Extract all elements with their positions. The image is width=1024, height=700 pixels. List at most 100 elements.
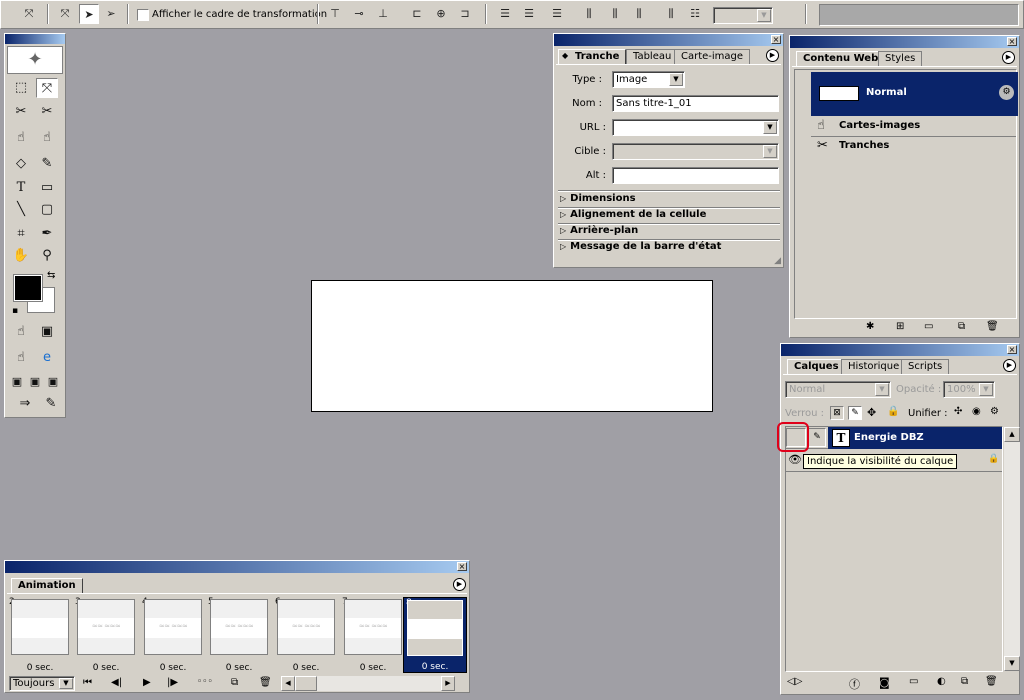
quick-mask-mode-icon[interactable]: ▣ bbox=[36, 322, 58, 342]
close-icon[interactable]: × bbox=[771, 35, 781, 44]
close-icon[interactable]: × bbox=[1007, 37, 1017, 46]
direct-select-icon[interactable]: ➢ bbox=[101, 4, 121, 24]
internet-explorer-icon[interactable]: e bbox=[36, 348, 58, 368]
layer-style-icon[interactable]: ⓕ bbox=[849, 676, 860, 692]
slice-select-tool-icon[interactable]: ✂ bbox=[36, 102, 58, 122]
lock-position-icon[interactable]: ✥ bbox=[867, 406, 876, 419]
screen-mode-full-icon[interactable]: ▣ bbox=[44, 372, 62, 392]
lock-all-icon[interactable]: 🔒 bbox=[887, 406, 899, 417]
frames-scrollbar[interactable]: ◀ ▶ bbox=[281, 676, 455, 691]
panel-menu-icon[interactable]: ▶ bbox=[766, 49, 779, 62]
move-tool-icon[interactable]: ⤧ bbox=[19, 4, 39, 24]
layer-link-icon[interactable]: ✎ bbox=[808, 428, 826, 447]
scroll-down-arrow-icon[interactable]: ▼ bbox=[1004, 656, 1020, 671]
new-set-icon[interactable]: ▭ bbox=[909, 676, 918, 687]
toolbox-titlebar[interactable] bbox=[5, 34, 65, 44]
auto-distribute-icon[interactable]: ☷ bbox=[685, 4, 705, 24]
distribute-bottom-icon[interactable]: ☰ bbox=[547, 4, 567, 24]
add-mask-icon[interactable]: ◙ bbox=[879, 676, 890, 689]
slices-item[interactable]: Tranches bbox=[839, 140, 889, 151]
tab-calques[interactable]: Calques bbox=[787, 359, 846, 374]
lock-paint-icon[interactable]: ✎ bbox=[848, 406, 862, 420]
align-top-icon[interactable]: ⊤ bbox=[325, 4, 345, 24]
auto-select-move-icon[interactable]: ⤧ bbox=[55, 4, 75, 24]
jump-to-app-icon[interactable]: ✎ bbox=[40, 394, 62, 414]
frame-3[interactable]: 3 ≈≈ ≈≈≈ 0 sec. bbox=[73, 597, 139, 673]
line-tool-icon[interactable]: ╲ bbox=[10, 200, 32, 220]
tab-tranche[interactable]: Tranche bbox=[558, 49, 627, 64]
section-cell-alignment[interactable]: Alignement de la cellule bbox=[560, 208, 706, 222]
normal-state-row[interactable]: Normal ⚙ bbox=[811, 72, 1018, 116]
distribute-right-icon[interactable]: ⫼ bbox=[629, 4, 649, 24]
new-state-icon[interactable]: ⧉ bbox=[958, 321, 965, 332]
tab-carte-image[interactable]: Carte-image bbox=[674, 49, 751, 64]
new-adjustment-icon[interactable]: ◐ bbox=[937, 676, 946, 687]
duplicate-frame-icon[interactable]: ⧉ bbox=[231, 677, 238, 688]
scroll-thumb[interactable] bbox=[295, 676, 317, 691]
web-panel-titlebar[interactable]: × bbox=[790, 36, 1019, 48]
options-dropdown[interactable]: ▼ bbox=[713, 7, 773, 24]
tab-styles[interactable]: Styles bbox=[878, 51, 923, 66]
auto-align-icon[interactable]: ⫼ bbox=[661, 4, 681, 24]
default-colors-icon[interactable]: ▪ bbox=[12, 306, 18, 316]
rounded-rect-tool-icon[interactable]: ▢ bbox=[36, 200, 58, 220]
close-icon[interactable]: × bbox=[457, 562, 467, 571]
eyedropper-tool-icon[interactable]: ✒ bbox=[36, 224, 58, 244]
play-icon[interactable]: ▶ bbox=[143, 677, 151, 688]
distribute-top-icon[interactable]: ☰ bbox=[495, 4, 515, 24]
frame-5[interactable]: 5 ≈≈ ≈≈≈ 0 sec. bbox=[206, 597, 272, 673]
panel-menu-icon[interactable]: ▶ bbox=[1003, 359, 1016, 372]
close-icon[interactable]: × bbox=[1007, 345, 1017, 354]
pointer-select-icon[interactable]: ➤ bbox=[79, 4, 99, 24]
frame-delay[interactable]: 0 sec. bbox=[140, 663, 206, 673]
lock-transparency-icon[interactable]: ⊠ bbox=[830, 406, 844, 420]
distribute-hcenter-icon[interactable]: ⫼ bbox=[605, 4, 625, 24]
unify-style-icon[interactable]: ⚙ bbox=[990, 406, 999, 417]
frame-6[interactable]: 6 ≈≈ ≈≈≈ 0 sec. bbox=[273, 597, 339, 673]
image-maps-item[interactable]: Cartes-images bbox=[839, 120, 920, 131]
type-tool-icon[interactable]: T bbox=[10, 178, 32, 198]
align-right-icon[interactable]: ⊐ bbox=[455, 4, 475, 24]
delete-frame-icon[interactable]: 🗑 bbox=[259, 677, 272, 688]
new-slice-icon[interactable]: ⊞ bbox=[896, 321, 904, 332]
loop-dropdown[interactable]: Toujours ▼ bbox=[9, 676, 75, 691]
eraser-tool-icon[interactable]: ◇ bbox=[10, 154, 32, 174]
rollover-options-icon[interactable]: ⚙ bbox=[999, 85, 1014, 100]
target-dropdown[interactable]: ▼ bbox=[612, 143, 779, 160]
layers-panel-titlebar[interactable]: × bbox=[781, 344, 1019, 356]
section-status-message[interactable]: Message de la barre d'état bbox=[560, 240, 721, 254]
hand-tool-icon[interactable]: ✋ bbox=[10, 246, 32, 266]
foreground-color-swatch[interactable] bbox=[13, 274, 43, 302]
scroll-left-arrow-icon[interactable]: ◀ bbox=[281, 676, 295, 691]
panel-menu-icon[interactable]: ▶ bbox=[453, 578, 466, 591]
frame-2[interactable]: 2 0 sec. bbox=[7, 597, 73, 673]
resize-grip-icon[interactable]: ◢ bbox=[774, 256, 781, 266]
frame-7[interactable]: 7 ≈≈ ≈≈≈ 0 sec. bbox=[340, 597, 406, 673]
screen-mode-full-menu-icon[interactable]: ▣ bbox=[26, 372, 44, 392]
frame-delay[interactable]: 0 sec. bbox=[273, 663, 339, 673]
crop-tool-icon[interactable]: ⌗ bbox=[10, 224, 32, 244]
marquee-tool-icon[interactable]: ⬚ bbox=[10, 78, 32, 98]
animation-panel-titlebar[interactable]: × bbox=[5, 561, 469, 573]
alt-input[interactable] bbox=[612, 167, 779, 184]
frame-delay[interactable]: 0 sec. bbox=[206, 663, 272, 673]
document-canvas[interactable] bbox=[311, 280, 713, 412]
tab-historique[interactable]: Historique bbox=[841, 359, 907, 374]
section-background[interactable]: Arrière-plan bbox=[560, 224, 638, 238]
distribute-left-icon[interactable]: ⫼ bbox=[579, 4, 599, 24]
frame-delay[interactable]: 0 sec. bbox=[340, 663, 406, 673]
distribute-vcenter-icon[interactable]: ☰ bbox=[519, 4, 539, 24]
frame-8-selected[interactable]: 8 0 sec. bbox=[403, 597, 467, 673]
jump-to-photoshop-icon[interactable]: ⇒ bbox=[10, 394, 40, 414]
opacity-input[interactable]: 100% ▼ bbox=[943, 381, 995, 398]
adobe-online-logo-icon[interactable]: ✦ bbox=[7, 46, 63, 74]
zoom-tool-icon[interactable]: ⚲ bbox=[36, 246, 58, 266]
swap-colors-icon[interactable]: ⇆ bbox=[47, 270, 55, 281]
tab-tableau[interactable]: Tableau bbox=[626, 49, 679, 64]
align-vcenter-icon[interactable]: ⊸ bbox=[349, 4, 369, 24]
blend-mode-dropdown[interactable]: Normal ▼ bbox=[785, 381, 891, 398]
unify-visibility-icon[interactable]: ◉ bbox=[972, 406, 981, 417]
create-rollover-icon[interactable]: ✱ bbox=[866, 321, 874, 332]
name-input[interactable]: Sans titre-1_01 bbox=[612, 95, 779, 112]
rectangle-tool-icon[interactable]: ▭ bbox=[36, 178, 58, 198]
